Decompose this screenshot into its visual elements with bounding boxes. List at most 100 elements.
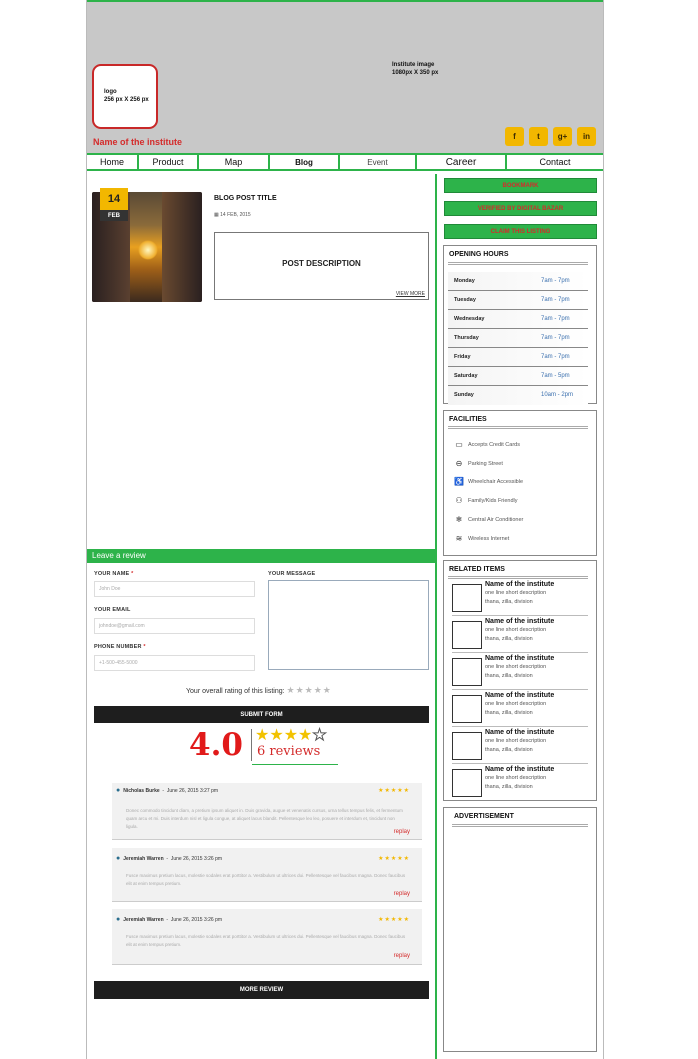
facilities-panel: FACILITIES ▭ Accepts Credit Cards ⊖ Parkin… <box>443 410 597 556</box>
reply-link[interactable]: replay <box>394 891 410 897</box>
phone-label-text: PHONE NUMBER <box>94 644 142 650</box>
overall-rating: Your overall rating of this listing: ★★★… <box>186 685 332 696</box>
linkedin-icon[interactable]: in <box>577 127 596 146</box>
related-location: thana, zilla, division <box>485 673 533 679</box>
user-icon: ● <box>116 787 121 794</box>
facebook-icon[interactable]: f <box>505 127 524 146</box>
nav-home[interactable]: Home <box>87 155 139 169</box>
rating-stars-input[interactable]: ★★★★★ <box>287 685 332 695</box>
hours-row: Thursday 7am - 7pm <box>448 329 588 348</box>
credit-card-icon: ▭ <box>455 440 463 449</box>
hours-day: Sunday <box>454 392 474 398</box>
blog-post-date: ▦ 14 FEB, 2015 <box>214 212 251 218</box>
message-label: YOUR MESSAGE <box>268 571 316 577</box>
related-description: one line short description <box>485 590 547 596</box>
required-marker: * <box>143 644 146 650</box>
hours-day: Wednesday <box>454 316 485 322</box>
view-more-link[interactable]: VIEW MORE <box>396 291 425 297</box>
reply-link[interactable]: replay <box>394 953 410 959</box>
related-item[interactable]: Name of the institute one line short desc… <box>452 691 588 727</box>
facility-item: ♿ Wheelchair Accessible <box>454 477 523 486</box>
related-thumbnail <box>452 621 482 649</box>
reviewer-name: Nicholas Burke <box>123 788 160 794</box>
nav-product[interactable]: Product <box>139 155 199 169</box>
hours-time: 7am - 5pm <box>541 373 570 379</box>
hours-row: Saturday 7am - 5pm <box>448 367 588 386</box>
social-links: f t g+ in <box>505 127 596 146</box>
panel-rule <box>448 576 588 579</box>
related-location: thana, zilla, division <box>485 636 533 642</box>
name-field[interactable]: John Doe <box>94 581 255 597</box>
related-name: Name of the institute <box>485 618 555 625</box>
more-review-button[interactable]: MORE REVIEW <box>94 981 429 999</box>
review-body: Fusce maximus pretium lacus, molestie so… <box>126 873 406 886</box>
name-label-text: YOUR NAME <box>94 571 130 577</box>
reply-link[interactable]: replay <box>394 829 410 835</box>
related-location: thana, zilla, division <box>485 747 533 753</box>
nav-map[interactable]: Map <box>199 155 270 169</box>
user-icon: ● <box>116 855 121 862</box>
review-body: Fusce maximus pretium lacus, molestie so… <box>126 934 406 947</box>
review-meta: ● Jeremiah Warren - June 26, 2015 3:26 pm <box>116 916 223 923</box>
facility-label: Parking Street <box>468 460 503 467</box>
nav-blog[interactable]: Blog <box>270 155 340 169</box>
opening-hours-title: OPENING HOURS <box>449 251 509 258</box>
phone-label: PHONE NUMBER * <box>94 644 146 650</box>
nav-event[interactable]: Event <box>340 155 417 169</box>
submit-form-button[interactable]: SUBMIT FORM <box>94 706 429 723</box>
related-item[interactable]: Name of the institute one line short desc… <box>452 654 588 690</box>
review-item: ● Jeremiah Warren - June 26, 2015 3:26 pm… <box>112 909 422 965</box>
image-sun <box>138 240 158 260</box>
related-items-title: RELATED ITEMS <box>449 566 505 573</box>
review-count: 6 reviews <box>257 744 321 759</box>
reviewer-name: Jeremiah Warren <box>123 856 164 862</box>
related-thumbnail <box>452 658 482 686</box>
banner-placeholder-text: Institute image 1080px X 350 px <box>392 61 438 77</box>
nav-career[interactable]: Career <box>417 155 507 169</box>
verified-button[interactable]: VERIFIED BY DIGITAL BAZAR <box>444 201 597 216</box>
review-date: June 26, 2015 3:27 pm <box>166 788 219 794</box>
post-description-box: POST DESCRIPTION VIEW MORE <box>214 232 429 300</box>
logo-text-line1: logo <box>104 89 117 95</box>
opening-hours-panel: OPENING HOURS Monday 7am - 7pm Tuesday 7am… <box>443 245 597 405</box>
related-item[interactable]: Name of the institute one line short desc… <box>452 765 588 801</box>
hours-row: Sunday 10am - 2pm <box>448 386 588 405</box>
bookmark-button[interactable]: BOOKMARK <box>444 178 597 193</box>
email-label: YOUR EMAIL <box>94 607 131 613</box>
facility-item: ⊖ Parking Street <box>454 459 503 468</box>
email-field[interactable]: johndoe@gmail.com <box>94 618 255 634</box>
average-stars: ★★★★★ <box>255 727 327 745</box>
google-plus-icon[interactable]: g+ <box>553 127 572 146</box>
overall-rating-label: Your overall rating of this listing: <box>186 688 285 695</box>
phone-field[interactable]: +1-500-455-5000 <box>94 655 255 671</box>
post-date-day: 14 <box>100 188 128 210</box>
nav-contact[interactable]: Contact <box>507 155 603 169</box>
twitter-icon[interactable]: t <box>529 127 548 146</box>
related-item[interactable]: Name of the institute one line short desc… <box>452 617 588 653</box>
hours-day: Friday <box>454 354 471 360</box>
facility-item: ❄ Central Air Conditioner <box>454 515 524 524</box>
hours-time: 7am - 7pm <box>541 278 570 284</box>
blog-post-title[interactable]: BLOG POST TITLE <box>214 195 277 202</box>
hours-row: Friday 7am - 7pm <box>448 348 588 367</box>
review-stars: ★★★★★ <box>378 917 410 923</box>
related-location: thana, zilla, division <box>485 784 533 790</box>
review-stars: ★★★★★ <box>378 856 410 862</box>
average-score: 4.0 <box>189 727 243 763</box>
related-item[interactable]: Name of the institute one line short desc… <box>452 728 588 764</box>
review-item: ● Jeremiah Warren - June 26, 2015 3:26 pm… <box>112 848 422 902</box>
institute-name: Name of the institute <box>93 137 183 147</box>
panel-rule <box>448 262 588 265</box>
claim-listing-button[interactable]: CLAIM THIS LISTING <box>444 224 597 239</box>
hours-day: Monday <box>454 278 475 284</box>
facility-label: Accepts Credit Cards <box>468 441 520 448</box>
review-item: ● Nicholas Burke - June 26, 2015 3:27 pm … <box>112 783 422 840</box>
facility-item: ▭ Accepts Credit Cards <box>454 440 520 449</box>
related-name: Name of the institute <box>485 766 555 773</box>
related-item[interactable]: Name of the institute one line short desc… <box>452 580 588 616</box>
snowflake-icon: ❄ <box>455 515 463 524</box>
message-field[interactable] <box>268 580 429 670</box>
related-name: Name of the institute <box>485 655 555 662</box>
hours-time: 10am - 2pm <box>541 392 574 398</box>
related-description: one line short description <box>485 701 547 707</box>
